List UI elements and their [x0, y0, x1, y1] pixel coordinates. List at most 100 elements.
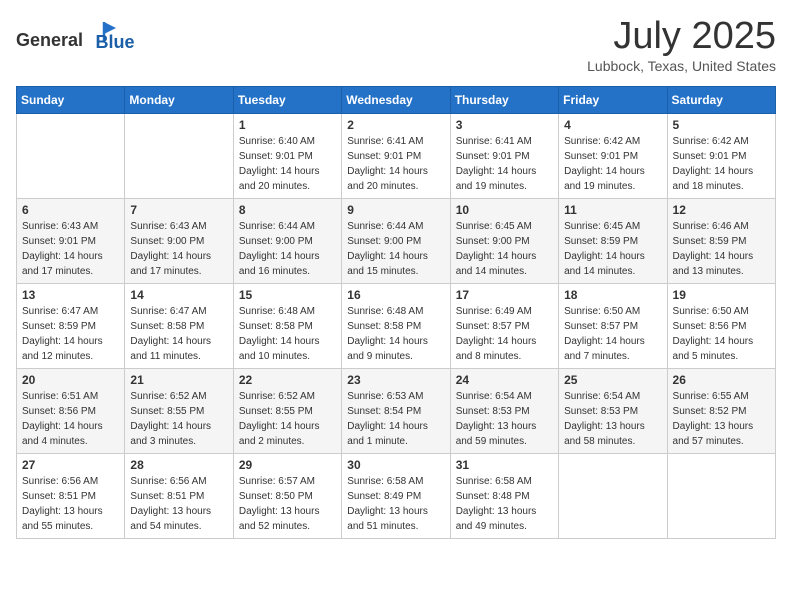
day-info: Sunrise: 6:43 AMSunset: 9:01 PMDaylight:… — [22, 219, 119, 279]
title-area: July 2025 Lubbock, Texas, United States — [587, 16, 776, 74]
calendar-cell: 18 Sunrise: 6:50 AMSunset: 8:57 PMDayligh… — [559, 283, 667, 368]
day-info: Sunrise: 6:54 AMSunset: 8:53 PMDaylight:… — [564, 389, 661, 449]
calendar-cell: 31Sunrise: 6:58 AMSunset: 8:48 PMDayligh… — [450, 453, 558, 538]
calendar-cell: 30 Sunrise: 6:58 AMSunset: 8:49 PMDayligh… — [342, 453, 450, 538]
day-number: 5 — [673, 118, 770, 132]
calendar-cell: 13 Sunrise: 6:47 AMSunset: 8:59 PMDayligh… — [17, 283, 125, 368]
calendar-cell: 14 Sunrise: 6:47 AMSunset: 8:58 PMDayligh… — [125, 283, 233, 368]
day-info: Sunrise: 6:55 AMSunset: 8:52 PMDaylight:… — [673, 389, 770, 449]
day-number: 24 — [456, 373, 553, 387]
day-info: Sunrise: 6:44 AMSunset: 9:00 PMDaylight:… — [239, 219, 336, 279]
calendar-cell: 23Sunrise: 6:53 AMSunset: 8:54 PMDayligh… — [342, 368, 450, 453]
weekday-header: Tuesday — [233, 86, 341, 113]
calendar-cell: 8 Sunrise: 6:44 AMSunset: 9:00 PMDaylight… — [233, 198, 341, 283]
day-info: Sunrise: 6:40 AMSunset: 9:01 PMDaylight:… — [239, 134, 336, 194]
day-number: 2 — [347, 118, 444, 132]
day-info: Sunrise: 6:41 AMSunset: 9:01 PMDaylight:… — [456, 134, 553, 194]
logo-general: General — [16, 30, 83, 50]
month-title: July 2025 — [587, 16, 776, 58]
day-number: 7 — [130, 203, 227, 217]
calendar-cell: 9Sunrise: 6:44 AMSunset: 9:00 PMDaylight… — [342, 198, 450, 283]
day-number: 23 — [347, 373, 444, 387]
day-info: Sunrise: 6:41 AMSunset: 9:01 PMDaylight:… — [347, 134, 444, 194]
calendar-cell: 27Sunrise: 6:56 AMSunset: 8:51 PMDayligh… — [17, 453, 125, 538]
day-info: Sunrise: 6:52 AMSunset: 8:55 PMDaylight:… — [130, 389, 227, 449]
day-number: 25 — [564, 373, 661, 387]
day-info: Sunrise: 6:46 AMSunset: 8:59 PMDaylight:… — [673, 219, 770, 279]
logo-blue: Blue — [96, 32, 135, 53]
calendar-cell: 29Sunrise: 6:57 AMSunset: 8:50 PMDayligh… — [233, 453, 341, 538]
day-info: Sunrise: 6:48 AMSunset: 8:58 PMDaylight:… — [347, 304, 444, 364]
day-info: Sunrise: 6:44 AMSunset: 9:00 PMDaylight:… — [347, 219, 444, 279]
day-number: 28 — [130, 458, 227, 472]
day-number: 30 — [347, 458, 444, 472]
day-info: Sunrise: 6:50 AMSunset: 8:56 PMDaylight:… — [673, 304, 770, 364]
day-info: Sunrise: 6:49 AMSunset: 8:57 PMDaylight:… — [456, 304, 553, 364]
day-number: 31 — [456, 458, 553, 472]
calendar-cell: 1 Sunrise: 6:40 AMSunset: 9:01 PMDaylight… — [233, 113, 341, 198]
day-number: 21 — [130, 373, 227, 387]
calendar-cell: 15 Sunrise: 6:48 AMSunset: 8:58 PMDayligh… — [233, 283, 341, 368]
day-info: Sunrise: 6:48 AMSunset: 8:58 PMDaylight:… — [239, 304, 336, 364]
calendar-cell — [17, 113, 125, 198]
calendar-cell: 26Sunrise: 6:55 AMSunset: 8:52 PMDayligh… — [667, 368, 775, 453]
day-info: Sunrise: 6:54 AMSunset: 8:53 PMDaylight:… — [456, 389, 553, 449]
day-info: Sunrise: 6:45 AMSunset: 8:59 PMDaylight:… — [564, 219, 661, 279]
day-number: 19 — [673, 288, 770, 302]
day-number: 4 — [564, 118, 661, 132]
day-info: Sunrise: 6:47 AMSunset: 8:58 PMDaylight:… — [130, 304, 227, 364]
calendar-header: SundayMondayTuesdayWednesdayThursdayFrid… — [17, 86, 776, 113]
calendar-cell: 12Sunrise: 6:46 AMSunset: 8:59 PMDayligh… — [667, 198, 775, 283]
day-number: 8 — [239, 203, 336, 217]
calendar-cell: 16 Sunrise: 6:48 AMSunset: 8:58 PMDayligh… — [342, 283, 450, 368]
calendar-cell: 22 Sunrise: 6:52 AMSunset: 8:55 PMDayligh… — [233, 368, 341, 453]
weekday-row: SundayMondayTuesdayWednesdayThursdayFrid… — [17, 86, 776, 113]
calendar-cell — [559, 453, 667, 538]
logo: General Blue — [16, 16, 135, 53]
calendar-cell: 19 Sunrise: 6:50 AMSunset: 8:56 PMDayligh… — [667, 283, 775, 368]
day-number: 22 — [239, 373, 336, 387]
day-info: Sunrise: 6:45 AMSunset: 9:00 PMDaylight:… — [456, 219, 553, 279]
day-number: 20 — [22, 373, 119, 387]
calendar-table: SundayMondayTuesdayWednesdayThursdayFrid… — [16, 86, 776, 539]
calendar-cell — [125, 113, 233, 198]
page-header: General Blue July 2025 Lubbock, Texas, U… — [16, 16, 776, 74]
calendar-cell: 11 Sunrise: 6:45 AMSunset: 8:59 PMDayligh… — [559, 198, 667, 283]
weekday-header: Monday — [125, 86, 233, 113]
day-number: 14 — [130, 288, 227, 302]
calendar-body: 1 Sunrise: 6:40 AMSunset: 9:01 PMDaylight… — [17, 113, 776, 538]
calendar-cell: 17Sunrise: 6:49 AMSunset: 8:57 PMDayligh… — [450, 283, 558, 368]
day-info: Sunrise: 6:50 AMSunset: 8:57 PMDaylight:… — [564, 304, 661, 364]
day-number: 10 — [456, 203, 553, 217]
calendar-cell: 25 Sunrise: 6:54 AMSunset: 8:53 PMDayligh… — [559, 368, 667, 453]
day-number: 18 — [564, 288, 661, 302]
day-number: 6 — [22, 203, 119, 217]
weekday-header: Sunday — [17, 86, 125, 113]
calendar-week-row: 6 Sunrise: 6:43 AMSunset: 9:01 PMDaylight… — [17, 198, 776, 283]
calendar-week-row: 20Sunrise: 6:51 AMSunset: 8:56 PMDayligh… — [17, 368, 776, 453]
day-number: 15 — [239, 288, 336, 302]
calendar-week-row: 27 Sunrise: 6:56 AMSunset: 8:51 PMDayligh… — [17, 453, 776, 538]
day-number: 29 — [239, 458, 336, 472]
calendar-cell: 10 Sunrise: 6:45 AMSunset: 9:00 PMDayligh… — [450, 198, 558, 283]
day-number: 13 — [22, 288, 119, 302]
day-number: 16 — [347, 288, 444, 302]
weekday-header: Saturday — [667, 86, 775, 113]
day-number: 11 — [564, 203, 661, 217]
weekday-header: Thursday — [450, 86, 558, 113]
calendar-cell: 21 Sunrise: 6:52 AMSunset: 8:55 PMDayligh… — [125, 368, 233, 453]
day-number: 1 — [239, 118, 336, 132]
location: Lubbock, Texas, United States — [587, 58, 776, 74]
calendar-week-row: 13 Sunrise: 6:47 AMSunset: 8:59 PMDayligh… — [17, 283, 776, 368]
calendar-cell: 28 Sunrise: 6:56 AMSunset: 8:51 PMDayligh… — [125, 453, 233, 538]
day-info: Sunrise: 6:42 AMSunset: 9:01 PMDaylight:… — [673, 134, 770, 194]
calendar-week-row: 1 Sunrise: 6:40 AMSunset: 9:01 PMDaylight… — [17, 113, 776, 198]
day-info: Sunrise: 6:56 AMSunset: 8:51 PMDaylight:… — [130, 474, 227, 534]
calendar-cell — [667, 453, 775, 538]
day-number: 27 — [22, 458, 119, 472]
weekday-header: Friday — [559, 86, 667, 113]
calendar-cell: 4Sunrise: 6:42 AMSunset: 9:01 PMDaylight… — [559, 113, 667, 198]
day-info: Sunrise: 6:58 AMSunset: 8:49 PMDaylight:… — [347, 474, 444, 534]
day-info: Sunrise: 6:47 AMSunset: 8:59 PMDaylight:… — [22, 304, 119, 364]
day-info: Sunrise: 6:52 AMSunset: 8:55 PMDaylight:… — [239, 389, 336, 449]
